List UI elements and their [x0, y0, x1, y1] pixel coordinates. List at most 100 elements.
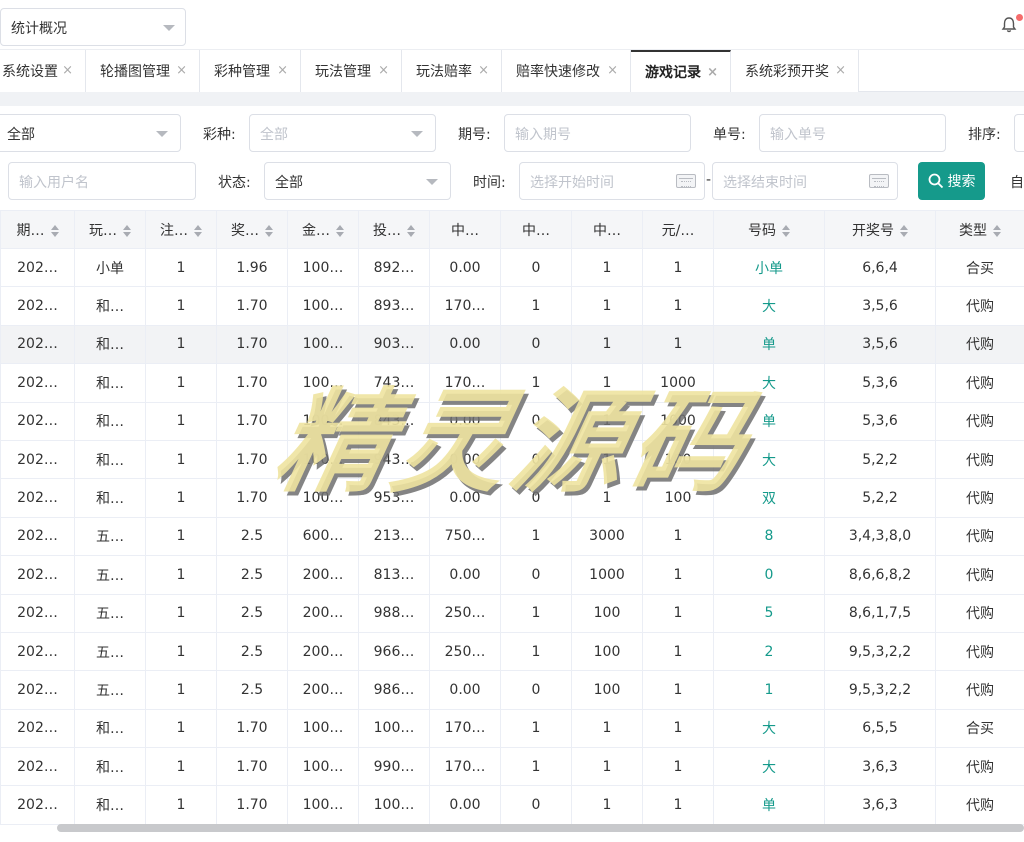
- table-cell: 1.70: [216, 401, 288, 441]
- status-select[interactable]: 全部: [264, 162, 451, 200]
- table-row[interactable]: 202… 和… 1 1.70 100… 100… 170… 1 1 1 大 6,5,5 合买: [0, 708, 1024, 749]
- table-cell: 代购: [935, 631, 1024, 672]
- table-row[interactable]: 202… 和… 1 1.70 100… 903… 0.00 0 1 1 单 3,5,6 代购: [0, 324, 1024, 365]
- table-cell: 1: [145, 439, 217, 480]
- tab-lottery-management[interactable]: 彩种管理 ×: [200, 50, 301, 92]
- close-icon[interactable]: ×: [277, 63, 288, 78]
- column-header[interactable]: 元/…: [642, 210, 714, 249]
- close-icon[interactable]: ×: [478, 63, 489, 78]
- column-header[interactable]: 中…: [429, 210, 501, 249]
- table-cell: 202…: [0, 593, 75, 633]
- table-row[interactable]: 202… 五… 1 2.5 200… 966… 250… 1 100 1 2 9,5,3,2,2 代购: [0, 631, 1024, 672]
- end-time-placeholder: 选择结束时间: [723, 175, 807, 191]
- tab-odds-quick-edit[interactable]: 赔率快速修改 ×: [502, 50, 631, 92]
- chevron-down-icon: [163, 25, 175, 31]
- close-icon[interactable]: ×: [707, 65, 718, 80]
- sort-icon[interactable]: [782, 224, 790, 237]
- table-row[interactable]: 202… 小单 1 1.96 100… 892… 0.00 0 1 1 小单 6,6,4 合买: [0, 247, 1024, 288]
- column-header[interactable]: 中…: [500, 210, 572, 249]
- range-separator: -: [706, 172, 712, 188]
- start-time-input[interactable]: 选择开始时间: [519, 162, 705, 200]
- tab-carousel[interactable]: 轮播图管理 ×: [86, 50, 200, 92]
- tab-system-settings[interactable]: 系统设置 ×: [0, 50, 86, 92]
- table-cell: 100…: [287, 286, 359, 326]
- start-time-placeholder: 选择开始时间: [530, 175, 614, 191]
- calendar-icon: [869, 174, 889, 188]
- close-icon[interactable]: ×: [176, 63, 187, 78]
- table-row[interactable]: 202… 和… 1 1.70 100… 893… 170… 1 1 1 大 3,5,6 代购: [0, 286, 1024, 326]
- table-cell: 100: [571, 670, 643, 710]
- sort-select[interactable]: [1014, 114, 1024, 152]
- username-input[interactable]: 输入用户名: [8, 162, 196, 200]
- sort-icon[interactable]: [336, 224, 344, 237]
- column-header-label: 中…: [522, 222, 550, 239]
- end-time-input[interactable]: 选择结束时间: [712, 162, 898, 200]
- lottery-select-value: 全部: [260, 127, 288, 143]
- table-cell: 5,2,2: [824, 478, 936, 518]
- table-row[interactable]: 202… 和… 1 1.70 100… 990… 170… 1 1 1 大 3,6,3 代购: [0, 747, 1024, 787]
- column-header[interactable]: 开奖号: [824, 210, 936, 249]
- period-input[interactable]: 输入期号: [504, 114, 691, 152]
- type-select[interactable]: 全部: [0, 114, 181, 152]
- table-cell: 代购: [935, 324, 1024, 365]
- horizontal-scrollbar[interactable]: [57, 824, 1024, 832]
- sort-icon[interactable]: [123, 224, 131, 237]
- table-row[interactable]: 202… 五… 1 2.5 200… 813… 0.00 0 1000 1 0 8,6,6,8,2 代购: [0, 555, 1024, 595]
- search-button[interactable]: 搜索: [918, 162, 985, 200]
- column-header[interactable]: 中…: [571, 210, 643, 249]
- table-row[interactable]: 202… 五… 1 2.5 200… 986… 0.00 0 100 1 1 9,5,3,2,2 代购: [0, 670, 1024, 710]
- lottery-select[interactable]: 全部: [249, 114, 436, 152]
- table-row[interactable]: 202… 和… 1 1.70 100… 743… 170… 1 1 1000 大 5,3,6 代购: [0, 363, 1024, 403]
- table-row[interactable]: 202… 和… 1 1.70 100… 100… 0.00 0 1 1 单 3,6,3 代购: [0, 785, 1024, 825]
- table-cell: 1: [145, 631, 217, 672]
- tab-label: 玩法赔率: [416, 64, 472, 80]
- period-placeholder: 输入期号: [515, 127, 571, 143]
- table-cell: 988…: [358, 593, 430, 633]
- sort-icon[interactable]: [194, 224, 202, 237]
- sort-icon[interactable]: [900, 224, 908, 237]
- sort-icon[interactable]: [993, 224, 1001, 237]
- table-cell: 250…: [429, 593, 501, 633]
- table-cell: 1.70: [216, 324, 288, 365]
- tab-play-management[interactable]: 玩法管理 ×: [301, 50, 402, 92]
- column-header[interactable]: 金…: [287, 210, 359, 249]
- order-input[interactable]: 输入单号: [759, 114, 946, 152]
- column-header-label: 期…: [16, 222, 45, 239]
- table-cell: 202…: [0, 286, 75, 326]
- column-header[interactable]: 投…: [358, 210, 430, 249]
- table-row[interactable]: 202… 和… 1 1.70 100… 943… 0.00 0 1 100 大 5,2,2 代购: [0, 439, 1024, 480]
- column-header[interactable]: 号码: [713, 210, 825, 249]
- column-header[interactable]: 类型: [935, 210, 1024, 249]
- table-cell: 1: [642, 516, 714, 557]
- table-cell: 100…: [287, 247, 359, 288]
- table-cell: 0: [500, 247, 572, 288]
- table-cell: 200…: [287, 670, 359, 710]
- order-placeholder: 输入单号: [770, 127, 826, 143]
- close-icon[interactable]: ×: [835, 63, 846, 78]
- table-cell: 893…: [358, 286, 430, 326]
- table-row[interactable]: 202… 和… 1 1.70 100… 843… 0.00 0 1 1000 单 5,3,6 代购: [0, 401, 1024, 441]
- module-select[interactable]: 统计概况: [0, 8, 186, 46]
- table-row[interactable]: 202… 和… 1 1.70 100… 953… 0.00 0 1 100 双 5,2,2 代购: [0, 478, 1024, 518]
- close-icon[interactable]: ×: [62, 63, 73, 78]
- column-header[interactable]: 注…: [145, 210, 217, 249]
- tab-game-records[interactable]: 游戏记录 ×: [631, 50, 731, 92]
- sort-icon[interactable]: [50, 224, 59, 237]
- column-header[interactable]: 奖…: [216, 210, 288, 249]
- tab-system-pre-draw[interactable]: 系统彩预开奖 ×: [731, 50, 859, 92]
- table-cell: 代购: [935, 670, 1024, 710]
- sort-icon[interactable]: [407, 224, 415, 237]
- tab-play-odds[interactable]: 玩法赔率 ×: [402, 50, 502, 92]
- table-cell: 213…: [358, 516, 430, 557]
- column-header[interactable]: 期…: [0, 210, 75, 249]
- table-cell: 1.70: [216, 286, 288, 326]
- chevron-down-icon: [156, 131, 168, 137]
- column-header[interactable]: 玩…: [74, 210, 146, 249]
- table-row[interactable]: 202… 五… 1 2.5 600… 213… 750… 1 3000 1 8 3,4,3,8,0 代购: [0, 516, 1024, 557]
- close-icon[interactable]: ×: [378, 63, 389, 78]
- table-row[interactable]: 202… 五… 1 2.5 200… 988… 250… 1 100 1 5 8,6,1,7,5 代购: [0, 593, 1024, 633]
- sort-icon[interactable]: [265, 224, 273, 237]
- close-icon[interactable]: ×: [607, 63, 618, 78]
- table-cell: 1.96: [216, 247, 288, 288]
- table-cell: 0.00: [429, 555, 501, 595]
